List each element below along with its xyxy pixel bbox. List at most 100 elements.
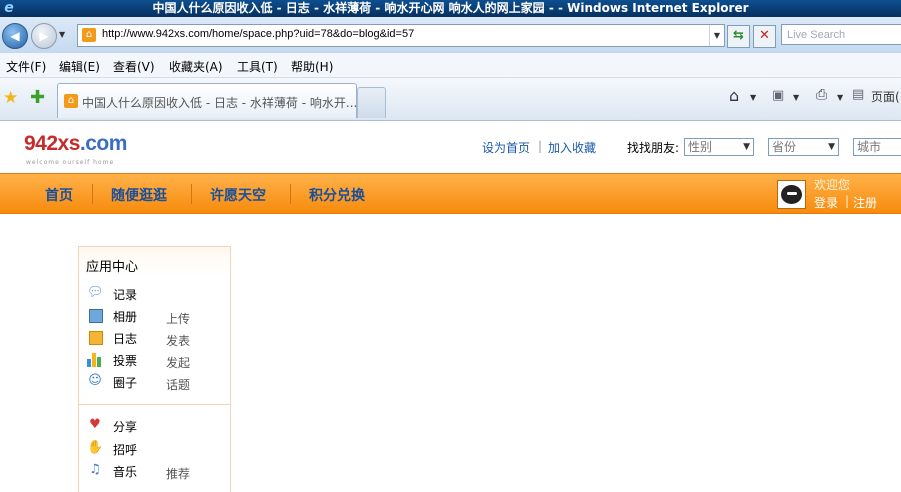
group-icon: ☺: [88, 373, 102, 388]
login-link[interactable]: 登录: [814, 194, 838, 211]
default-avatar-icon: [781, 185, 802, 204]
address-dropdown-icon[interactable]: ▼: [709, 25, 724, 46]
nav-browse[interactable]: 随便逛逛: [111, 185, 167, 205]
poll-chart-icon: [87, 351, 103, 367]
province-select[interactable]: 省份 ▼: [768, 138, 839, 156]
app-item-album[interactable]: 相册 上传: [79, 306, 230, 326]
print-icon[interactable]: ⎙: [816, 87, 827, 103]
province-select-value: 省份: [772, 140, 797, 154]
menu-edit[interactable]: 编辑(E): [59, 58, 100, 75]
avatar[interactable]: [777, 180, 806, 209]
logo-main-text: 942xs: [24, 132, 80, 155]
forward-arrow-icon: ▶: [39, 29, 49, 43]
nav-divider: [92, 184, 93, 204]
nav-wish-sky[interactable]: 许愿天空: [210, 185, 266, 205]
nav-divider: [191, 184, 192, 204]
chevron-down-icon: ▼: [828, 142, 835, 152]
back-button[interactable]: ◀: [2, 23, 28, 49]
nav-home[interactable]: 首页: [45, 185, 73, 205]
app-item-share[interactable]: ♥ 分享: [79, 416, 230, 436]
app-item-record[interactable]: 💬︎ 记录: [79, 284, 230, 304]
nav-points-exchange[interactable]: 积分兑换: [309, 185, 365, 205]
city-select[interactable]: 城市: [853, 138, 901, 156]
panel-divider: [79, 404, 230, 405]
menu-file[interactable]: 文件(F): [6, 58, 46, 75]
menu-tools[interactable]: 工具(T): [237, 58, 278, 75]
tab-favicon-icon: ⌂: [64, 94, 78, 108]
register-link[interactable]: 注册: [853, 194, 877, 211]
tab-bar: ★ ✚ ⌂ 中国人什么原因收入低 - 日志 - 水祥薄荷 - 响水开... ⌂ …: [0, 78, 901, 121]
page-icon[interactable]: ▤: [852, 87, 864, 102]
app-item-label[interactable]: 相册: [113, 308, 137, 325]
forward-button[interactable]: ▶: [31, 23, 57, 49]
new-tab-button[interactable]: [357, 87, 386, 118]
nav-divider: [290, 184, 291, 204]
upload-link[interactable]: 上传: [166, 310, 190, 327]
speech-bubble-icon: 💬︎: [87, 285, 104, 300]
tab-current[interactable]: ⌂ 中国人什么原因收入低 - 日志 - 水祥薄荷 - 响水开...: [57, 83, 357, 118]
tab-label: 中国人什么原因收入低 - 日志 - 水祥薄荷 - 响水开...: [82, 96, 358, 110]
window-title: 中国人什么原因收入低 - 日志 - 水祥薄荷 - 响水开心网 响水人的网上家园 …: [152, 1, 749, 15]
login-divider: |: [845, 194, 850, 208]
page-favicon-icon: ⌂: [82, 28, 96, 42]
handshake-icon: ✋: [87, 440, 104, 455]
welcome-text: 欢迎您: [814, 178, 851, 192]
address-url[interactable]: http://www.942xs.com/home/space.php?uid=…: [102, 28, 414, 40]
menu-help[interactable]: 帮助(H): [291, 58, 333, 75]
app-item-label[interactable]: 日志: [113, 330, 137, 347]
app-item-music[interactable]: ♫ 音乐 推荐: [79, 461, 230, 481]
add-favorite-icon[interactable]: ✚: [30, 87, 45, 108]
main-nav-bar: 首页 随便逛逛 许愿天空 积分兑换 欢迎您 登录 | 注册: [0, 173, 901, 214]
back-arrow-icon: ◀: [10, 29, 20, 43]
window-titlebar: e 中国人什么原因收入低 - 日志 - 水祥薄荷 - 响水开心网 响水人的网上家…: [0, 0, 901, 17]
publish-link[interactable]: 发表: [166, 332, 190, 349]
ie-logo-icon: e: [4, 0, 14, 16]
panel-title: 应用中心: [86, 260, 139, 275]
feeds-dropdown-icon[interactable]: ▼: [793, 93, 799, 102]
app-item-label[interactable]: 记录: [113, 286, 137, 303]
link-divider: |: [538, 139, 543, 153]
app-item-label[interactable]: 招呼: [113, 441, 137, 458]
app-item-label[interactable]: 投票: [113, 352, 137, 369]
refresh-button[interactable]: ⇆: [727, 25, 750, 48]
app-item-greet[interactable]: ✋ 招呼: [79, 439, 230, 459]
app-item-label[interactable]: 圈子: [113, 374, 137, 391]
city-select-value: 城市: [857, 140, 882, 154]
app-item-label[interactable]: 分享: [113, 418, 137, 435]
blog-icon: [89, 331, 103, 345]
app-item-poll[interactable]: 投票 发起: [79, 350, 230, 370]
app-item-group[interactable]: ☺ 圈子 话题: [79, 372, 230, 392]
menu-view[interactable]: 查看(V): [113, 58, 155, 75]
search-input[interactable]: Live Search: [781, 24, 901, 45]
app-center-panel: 应用中心 💬︎ 记录 相册 上传 日志 发表 投票 发起 ☺ 圈子 话题 ♥ 分…: [78, 246, 231, 492]
home-icon[interactable]: ⌂: [729, 86, 739, 105]
chevron-down-icon: ▼: [743, 142, 750, 152]
set-homepage-link[interactable]: 设为首页: [482, 139, 530, 156]
menu-bar: 文件(F) 编辑(E) 查看(V) 收藏夹(A) 工具(T) 帮助(H): [0, 53, 901, 78]
logo-tld-text: .com: [79, 132, 128, 155]
gender-select[interactable]: 性别 ▼: [684, 138, 754, 156]
photo-album-icon: [89, 309, 103, 323]
recommend-link[interactable]: 推荐: [166, 465, 190, 482]
logo-tagline: welcome ourself home: [26, 159, 115, 166]
feeds-icon[interactable]: ▣: [772, 88, 784, 103]
address-input[interactable]: ⌂ http://www.942xs.com/home/space.php?ui…: [77, 24, 725, 47]
recent-pages-dropdown[interactable]: ▼: [59, 30, 65, 39]
gender-select-value: 性别: [688, 140, 713, 154]
site-logo[interactable]: 942xs.com: [24, 132, 127, 156]
headphones-icon: ♫: [89, 462, 101, 477]
address-toolbar: ◀ ▶ ▼ ⌂ http://www.942xs.com/home/space.…: [0, 17, 901, 53]
app-item-blog[interactable]: 日志 发表: [79, 328, 230, 348]
find-friends-label: 找找朋友:: [627, 141, 680, 155]
start-poll-link[interactable]: 发起: [166, 354, 190, 371]
share-hearts-icon: ♥: [89, 417, 101, 432]
home-dropdown-icon[interactable]: ▼: [750, 93, 756, 102]
print-dropdown-icon[interactable]: ▼: [837, 93, 843, 102]
add-favorites-link[interactable]: 加入收藏: [548, 139, 596, 156]
app-item-label[interactable]: 音乐: [113, 463, 137, 480]
topic-link[interactable]: 话题: [166, 376, 190, 393]
page-menu-label[interactable]: 页面(: [871, 88, 900, 105]
favorites-star-icon[interactable]: ★: [3, 88, 18, 108]
stop-button[interactable]: ✕: [753, 25, 776, 48]
menu-favorites[interactable]: 收藏夹(A): [169, 58, 223, 75]
